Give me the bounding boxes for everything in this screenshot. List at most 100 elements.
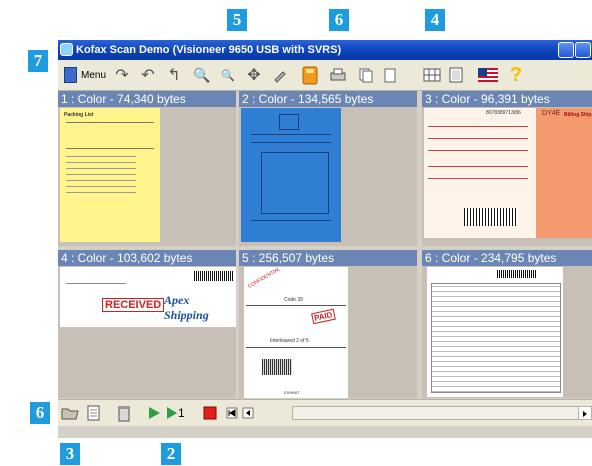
scan-one-button[interactable]: 1 — [166, 403, 194, 423]
app-icon — [60, 43, 73, 56]
menu-label: Menu — [80, 69, 106, 81]
scan-button[interactable] — [298, 63, 322, 87]
confidential-stamp: CONFIDENTIAL — [246, 267, 282, 290]
delete-button[interactable] — [114, 403, 134, 423]
maximize-button[interactable] — [575, 42, 591, 58]
page-caption: 2 : Color - 134,565 bytes — [239, 91, 417, 107]
callout-6-top: 6 — [329, 9, 349, 31]
bottom-toolbar: 1 — [58, 399, 592, 426]
document-button[interactable] — [84, 403, 104, 423]
zoom-in-button[interactable]: 🔍 — [190, 63, 214, 87]
app-window: Kofax Scan Demo (Visioneer 9650 USB with… — [58, 40, 592, 438]
page-caption: 6 : Color - 234,795 bytes — [422, 250, 592, 266]
zoom-in-icon: 🔍 — [193, 66, 211, 83]
page-thumbnail-3[interactable]: 3 : Color - 96,391 bytes 8078389713/86 D… — [422, 91, 592, 246]
title-bar: Kofax Scan Demo (Visioneer 9650 USB with… — [58, 40, 592, 60]
toolbar: Menu ↷ ↶ ↰ 🔍 🔍 ✥ ? — [58, 60, 592, 91]
yellow-document: Packing List — [60, 108, 160, 242]
paste-button[interactable] — [378, 63, 402, 87]
page-thumbnail-5[interactable]: 5 : 256,507 bytes CONFIDENTIAL Code 39 P… — [239, 250, 417, 398]
first-page-button[interactable] — [224, 403, 240, 423]
form-number: 8078389713/86 — [486, 110, 521, 116]
copy-button[interactable] — [354, 63, 378, 87]
form-tag: Billing Ship — [564, 112, 592, 118]
callout-2: 2 — [161, 443, 181, 465]
packing-list-heading: Packing List — [64, 112, 94, 118]
company-name: Apex Shipping — [164, 293, 209, 322]
table-form-document — [427, 267, 563, 397]
first-page-icon — [226, 407, 238, 419]
single-page-icon — [449, 67, 463, 83]
barcode — [497, 270, 537, 278]
scanner-icon — [302, 66, 318, 85]
page-thumbnail-2[interactable]: 2 : Color - 134,565 bytes — [239, 91, 417, 246]
back-button[interactable]: ↰ — [162, 63, 186, 87]
rotate-left-button[interactable]: ↶ — [136, 63, 160, 87]
select-button[interactable] — [268, 63, 292, 87]
callout-7: 7 — [28, 50, 48, 72]
step-count: 1 — [178, 406, 185, 420]
callout-6-bottom: 6 — [30, 402, 50, 424]
us-flag-icon — [478, 68, 498, 82]
exhibit-label: EXHIBIT — [284, 390, 300, 395]
language-button[interactable] — [476, 63, 500, 87]
paid-stamp: PAID — [311, 308, 336, 325]
rotate-left-icon: ↶ — [141, 67, 155, 84]
previous-page-button[interactable] — [240, 403, 256, 423]
thumbnail-view-button[interactable] — [420, 63, 444, 87]
page-caption: 5 : 256,507 bytes — [239, 250, 417, 266]
step-play-icon — [167, 407, 177, 419]
scroll-right-button[interactable] — [578, 407, 591, 419]
copy-icon — [359, 68, 373, 83]
minimize-button[interactable] — [558, 42, 574, 58]
start-scan-button[interactable] — [144, 403, 164, 423]
window-title: Kofax Scan Demo (Visioneer 9650 USB with… — [76, 44, 342, 56]
pan-button[interactable]: ✥ — [242, 63, 266, 87]
document-icon — [87, 405, 100, 421]
page-thumbnail-4[interactable]: 4 : Color - 103,602 bytes RECEIVED Apex … — [58, 250, 236, 398]
menu-button[interactable]: Menu — [60, 63, 106, 87]
help-button[interactable]: ? — [504, 63, 528, 87]
move-icon: ✥ — [247, 67, 261, 84]
code39-label: Code 39 — [284, 297, 303, 303]
barcode-test-document: CONFIDENTIAL Code 39 PAID Interleaved 2 … — [244, 267, 348, 398]
form-code: DY4E — [542, 110, 561, 117]
page-caption: 1 : Color - 74,340 bytes — [58, 91, 236, 107]
zoom-out-button[interactable]: 🔍 — [216, 63, 240, 87]
callout-3: 3 — [60, 443, 80, 465]
redo-button[interactable]: ↷ — [110, 63, 134, 87]
open-button[interactable] — [60, 403, 80, 423]
menu-icon — [64, 67, 77, 83]
help-icon: ? — [509, 63, 523, 86]
page-thumbnail-1[interactable]: 1 : Color - 74,340 bytes Packing List — [58, 91, 236, 246]
shipping-form-document: 8078389713/86 DY4E Billing Ship — [424, 108, 592, 238]
page-scrollbar[interactable] — [292, 406, 592, 420]
grid-icon — [423, 68, 441, 82]
blue-document — [241, 108, 341, 242]
thumbnail-grid: 1 : Color - 74,340 bytes Packing List 2 … — [58, 91, 592, 438]
callout-5: 5 — [227, 9, 247, 31]
previous-page-icon — [242, 407, 254, 419]
play-icon — [149, 407, 160, 419]
barcode — [464, 208, 518, 226]
printer-icon — [330, 68, 346, 81]
pencil-icon — [274, 71, 286, 83]
print-button[interactable] — [326, 63, 350, 87]
folder-icon — [61, 408, 79, 420]
back-arrow-icon: ↰ — [167, 67, 181, 84]
bill-of-lading-document: RECEIVED Apex Shipping — [60, 267, 236, 327]
single-page-view-button[interactable] — [444, 63, 468, 87]
trash-icon — [118, 406, 130, 422]
stop-button[interactable] — [200, 403, 220, 423]
barcode — [262, 359, 292, 375]
redo-icon: ↷ — [115, 67, 129, 84]
received-stamp: RECEIVED — [102, 298, 165, 312]
zoom-out-icon: 🔍 — [221, 69, 235, 82]
page-thumbnail-6[interactable]: 6 : Color - 234,795 bytes — [422, 250, 592, 398]
interleaved-label: Interleaved 2 of 5 — [270, 338, 309, 344]
page-caption: 3 : Color - 96,391 bytes — [422, 91, 592, 107]
callout-4: 4 — [425, 9, 445, 31]
page-caption: 4 : Color - 103,602 bytes — [58, 250, 236, 266]
table-grid — [431, 283, 561, 393]
page-icon — [384, 68, 396, 83]
